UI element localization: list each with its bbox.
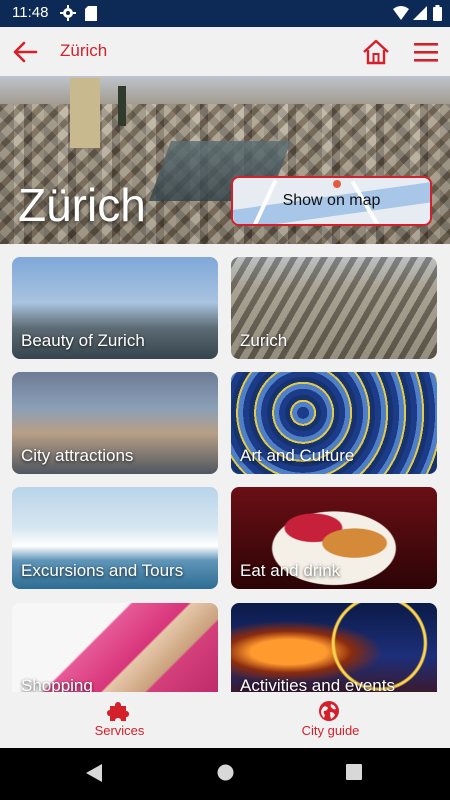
back-arrow-icon[interactable] [10, 37, 40, 67]
wifi-icon [393, 6, 409, 20]
nav-item-city-guide[interactable]: City guide [218, 692, 443, 748]
category-label: Beauty of Zurich [21, 331, 145, 350]
category-label: Zurich [240, 331, 288, 350]
category-label: Shopping [21, 676, 93, 692]
home-icon[interactable] [361, 37, 391, 67]
signal-icon [413, 6, 427, 20]
category-label: Activities and events [240, 676, 395, 692]
category-tile-beauty-of-zurich[interactable]: Beauty of Zurich [12, 257, 218, 359]
menu-icon[interactable] [412, 38, 440, 66]
category-tile-art-and-culture[interactable]: Art and Culture [231, 372, 437, 474]
home-circle-icon[interactable] [217, 764, 234, 781]
app-bar: Zürich [0, 27, 450, 76]
page-title: Zürich [60, 41, 108, 60]
nav-item-label: Services [94, 723, 145, 738]
category-tile-zurich[interactable]: Zurich [231, 257, 437, 359]
globe-icon [319, 701, 339, 721]
gear-icon [60, 5, 76, 21]
puzzle-icon [107, 702, 129, 721]
show-on-map-label: Show on map [282, 192, 381, 209]
nav-item-label: City guide [301, 723, 360, 738]
category-tile-city-attractions[interactable]: City attractions [12, 372, 218, 474]
nav-item-services[interactable]: Services [7, 692, 232, 748]
church-spire [118, 86, 126, 126]
sd-card-icon [85, 6, 97, 21]
status-time: 11:48 [12, 4, 49, 21]
category-label: Art and Culture [240, 446, 355, 465]
show-on-map-button[interactable]: Show on map [231, 176, 432, 226]
category-tile-activities-and-events[interactable]: Activities and events [231, 603, 437, 692]
status-bar: 11:48 [0, 0, 450, 27]
category-label: Eat and drink [240, 561, 341, 580]
category-tile-excursions-and-tours[interactable]: Excursions and Tours [12, 487, 218, 589]
hero-sky [0, 76, 450, 104]
battery-icon [433, 5, 442, 21]
map-pin-icon [333, 180, 341, 188]
hero-city-title: Zürich [18, 179, 146, 231]
category-tile-shopping[interactable]: Shopping [12, 603, 218, 692]
category-label: City attractions [21, 446, 134, 465]
category-tile-eat-and-drink[interactable]: Eat and drink [231, 487, 437, 589]
recents-square-icon[interactable] [346, 764, 362, 780]
category-label: Excursions and Tours [21, 561, 184, 580]
church-tower [70, 78, 100, 148]
back-triangle-icon[interactable] [86, 764, 102, 782]
system-navigation-bar [0, 748, 450, 800]
bottom-navigation: Services City guide [0, 692, 450, 748]
